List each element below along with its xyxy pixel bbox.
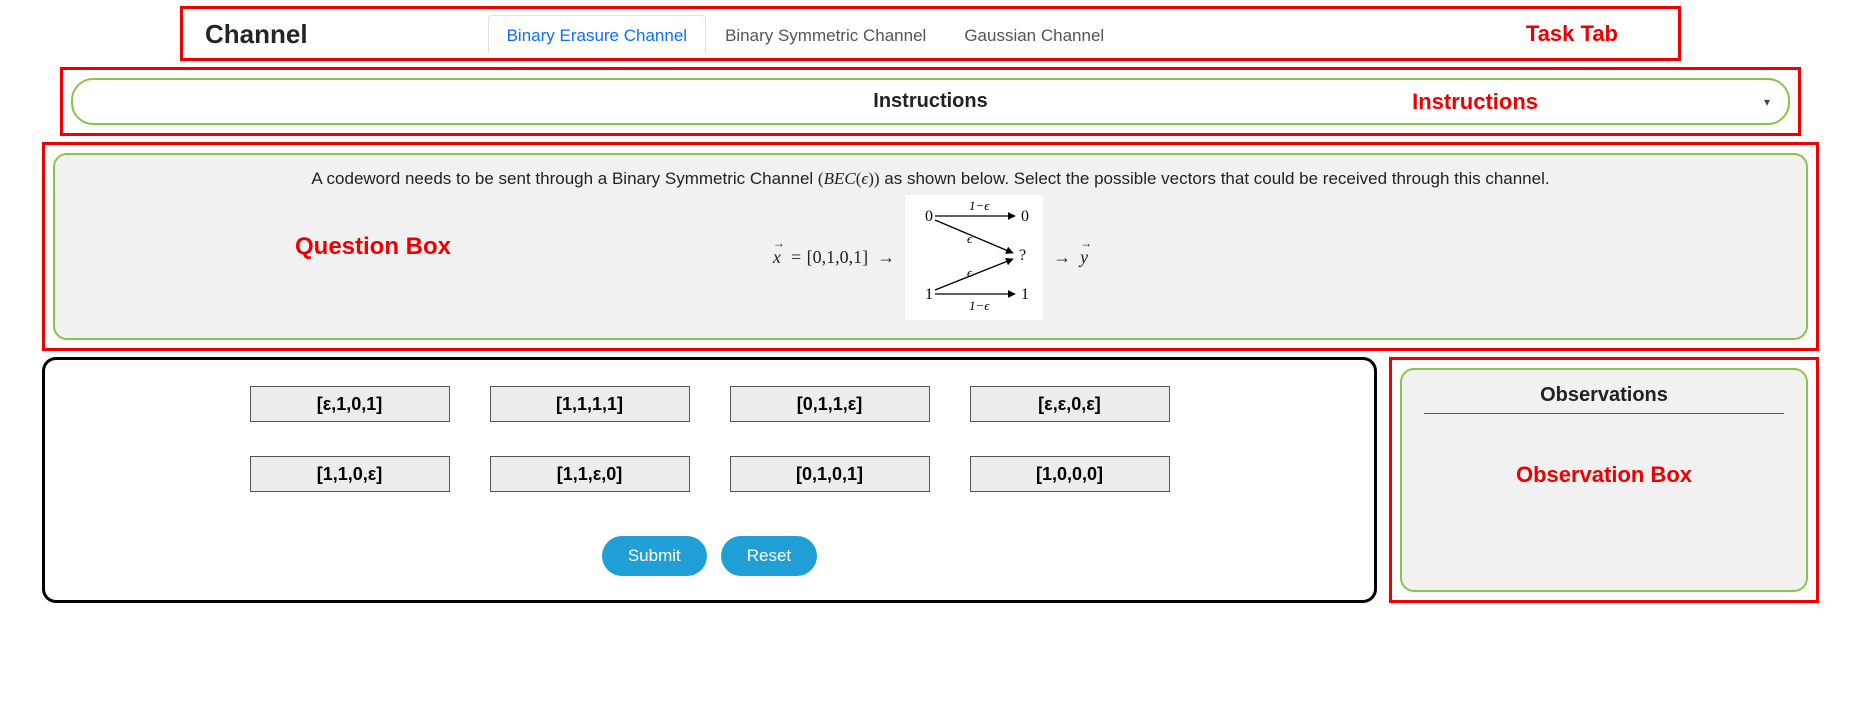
submit-button[interactable]: Submit — [602, 536, 707, 576]
instructions-accordion[interactable]: Instructions ▾ — [71, 78, 1790, 125]
observations-title: Observations — [1424, 384, 1784, 414]
question-prompt-pre: A codeword needs to be sent through a Bi… — [311, 169, 818, 188]
reset-button[interactable]: Reset — [721, 536, 817, 576]
channel-title: Channel — [205, 19, 308, 50]
question-prompt: A codeword needs to be sent through a Bi… — [79, 169, 1782, 189]
channel-diagram: x = [0,1,0,1] → 0 0 ? 1 1 — [79, 195, 1782, 320]
question-card: A codeword needs to be sent through a Bi… — [53, 153, 1808, 340]
task-tab-bar: Channel Binary Erasure Channel Binary Sy… — [193, 15, 1668, 54]
node-mid-right: ? — [1019, 247, 1026, 264]
arrow-icon: → — [877, 247, 895, 267]
bottom-row: [ε,1,0,1] [1,1,1,1] [0,1,1,ε] [ε,ε,0,ε] … — [42, 357, 1819, 603]
p-keep-top: 1−ϵ — [969, 198, 990, 213]
chevron-down-icon: ▾ — [1764, 95, 1770, 109]
option-button[interactable]: [ε,ε,0,ε] — [970, 386, 1170, 422]
observations-annotation: Observation Box — [1516, 462, 1692, 488]
x-vector-value: [0,1,0,1] — [807, 247, 869, 267]
option-button[interactable]: [1,1,1,1] — [490, 386, 690, 422]
options-panel: [ε,1,0,1] [1,1,1,1] [0,1,1,ε] [ε,ε,0,ε] … — [42, 357, 1377, 603]
tab-gaussian[interactable]: Gaussian Channel — [945, 15, 1123, 54]
node-bot-left: 1 — [925, 286, 933, 303]
observations-region: Observations Observation Box — [1389, 357, 1819, 603]
options-grid: [ε,1,0,1] [1,1,1,1] [0,1,1,ε] [ε,ε,0,ε] … — [250, 386, 1170, 492]
question-prompt-post: as shown below. Select the possible vect… — [884, 169, 1549, 188]
node-bot-right: 1 — [1021, 286, 1029, 303]
diagram-x-side: x = [0,1,0,1] → — [773, 247, 895, 268]
arrow-icon-2: → — [1053, 247, 1071, 267]
node-top-left: 0 — [925, 208, 933, 225]
task-tab-region: Channel Binary Erasure Channel Binary Sy… — [180, 6, 1681, 61]
task-tab-annotation: Task Tab — [1526, 21, 1618, 47]
channel-tab-group: Binary Erasure Channel Binary Symmetric … — [488, 15, 1124, 54]
observations-card: Observations Observation Box — [1400, 368, 1808, 592]
p-flip-bot: ϵ — [967, 265, 973, 280]
action-row: Submit Reset — [602, 536, 817, 576]
question-region: A codeword needs to be sent through a Bi… — [42, 142, 1819, 351]
option-button[interactable]: [0,1,0,1] — [730, 456, 930, 492]
node-top-right: 0 — [1021, 208, 1029, 225]
p-keep-bot: 1−ϵ — [969, 298, 990, 313]
option-button[interactable]: [1,0,0,0] — [970, 456, 1170, 492]
option-button[interactable]: [1,1,ε,0] — [490, 456, 690, 492]
option-button[interactable]: [ε,1,0,1] — [250, 386, 450, 422]
tab-binary-erasure[interactable]: Binary Erasure Channel — [488, 15, 706, 54]
diagram-y-side: → y — [1053, 247, 1088, 268]
bec-diagram-svg: 0 0 ? 1 1 1−ϵ 1−ϵ ϵ ϵ — [905, 195, 1043, 320]
option-button[interactable]: [1,1,0,ε] — [250, 456, 450, 492]
instructions-label: Instructions — [873, 90, 987, 113]
option-button[interactable]: [0,1,1,ε] — [730, 386, 930, 422]
x-vector-symbol: x — [773, 247, 781, 267]
p-flip-top: ϵ — [967, 231, 973, 246]
instructions-region: Instructions ▾ Instructions — [60, 67, 1801, 136]
y-vector-symbol: y — [1080, 247, 1088, 267]
tab-binary-symmetric[interactable]: Binary Symmetric Channel — [706, 15, 945, 54]
